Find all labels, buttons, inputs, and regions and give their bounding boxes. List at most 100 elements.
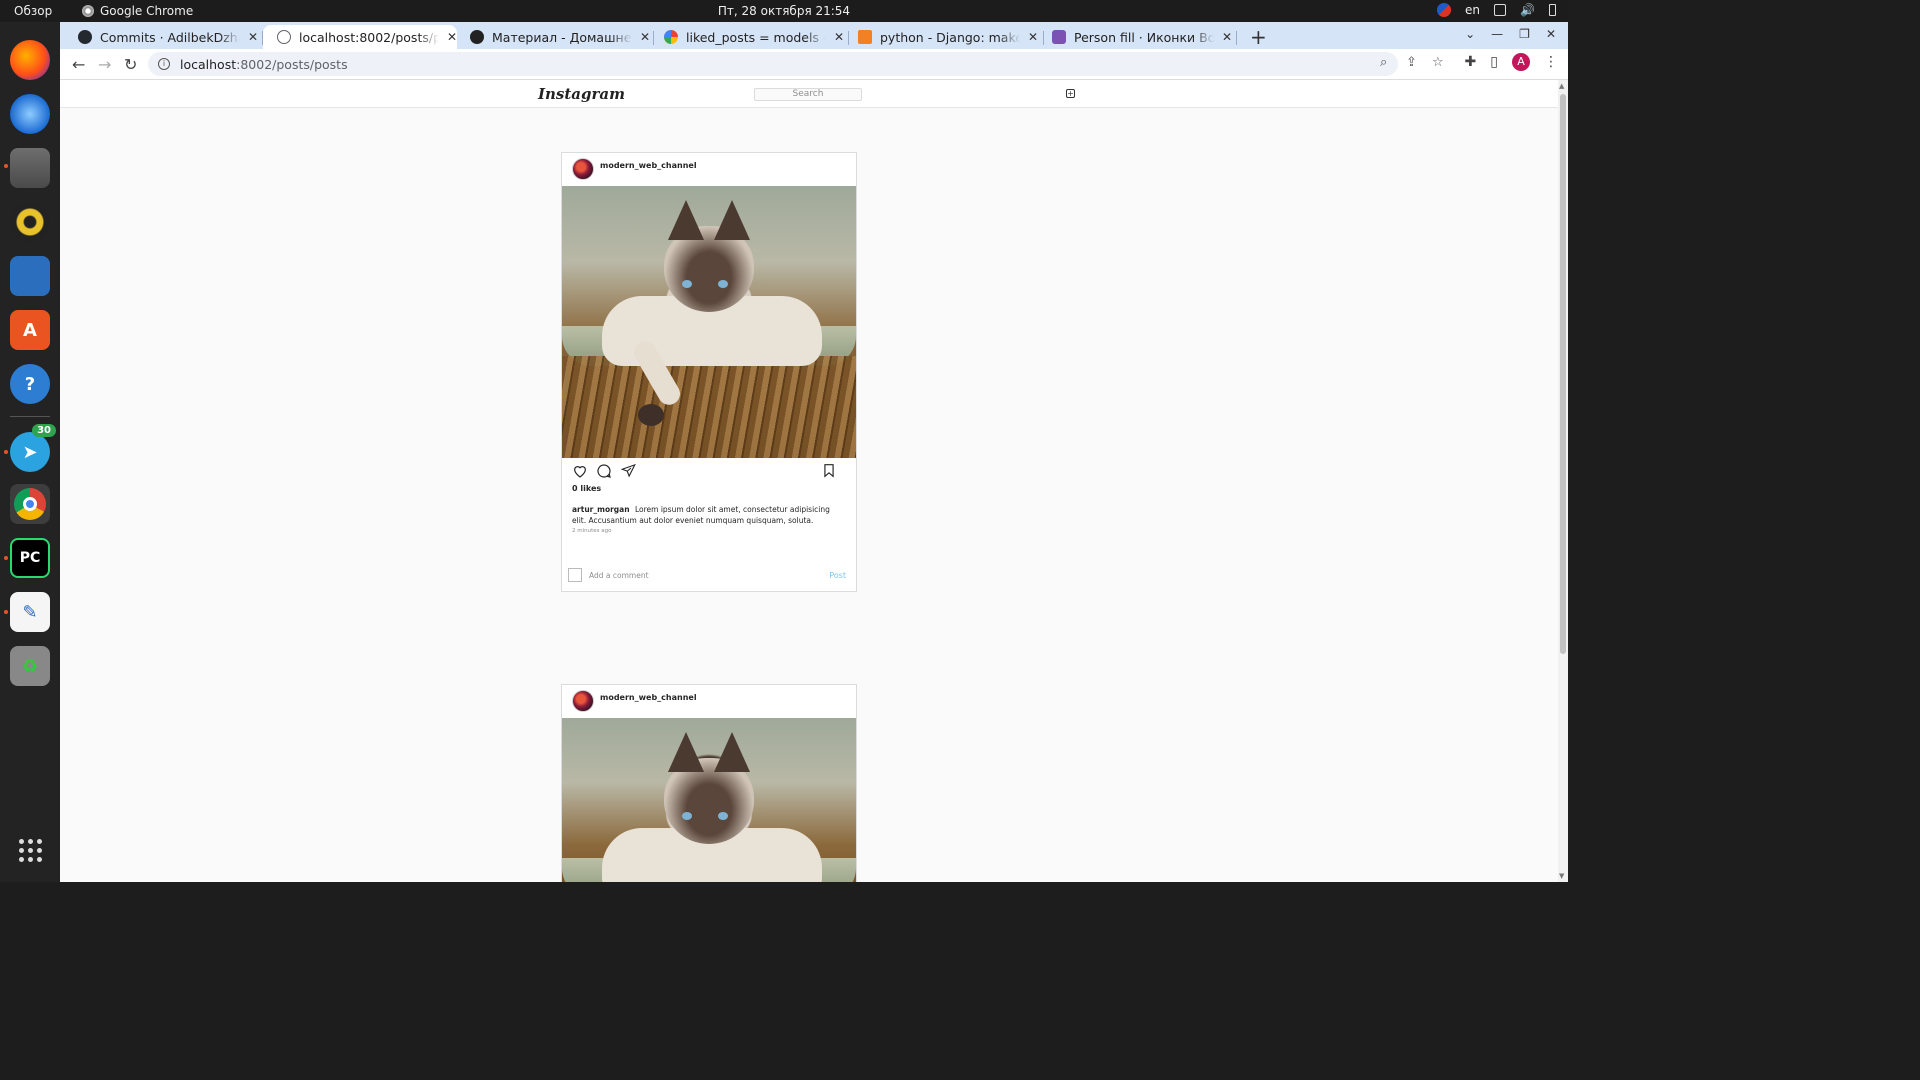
post-timestamp: 2 minutes ago xyxy=(572,528,612,534)
post-username[interactable]: modern_web_channel xyxy=(600,693,697,702)
reload-icon[interactable]: ↻ xyxy=(124,55,137,74)
site-info-icon[interactable]: i xyxy=(158,58,170,70)
telegram-icon[interactable]: ➤ 30 xyxy=(10,424,56,472)
new-tab-button[interactable]: + xyxy=(1250,25,1267,49)
instagram-header: Instagram Search + xyxy=(60,80,1558,108)
text-editor-icon[interactable]: ✎ xyxy=(10,592,50,632)
back-icon[interactable]: ← xyxy=(72,55,85,74)
close-tab-icon[interactable]: ✕ xyxy=(834,30,844,44)
cat-eye-shape xyxy=(682,812,692,820)
language-indicator[interactable]: en xyxy=(1465,3,1480,17)
post-header: modern_web_channel xyxy=(562,685,856,718)
comment-row: Add a comment Post xyxy=(562,561,856,591)
scroll-down-icon[interactable]: ▼ xyxy=(1559,872,1564,880)
avatar[interactable] xyxy=(572,690,594,712)
add-post-icon[interactable]: + xyxy=(1066,89,1075,98)
bookmark-star-icon[interactable]: ☆ xyxy=(1432,55,1444,70)
zoom-icon[interactable]: ⌕ xyxy=(1380,55,1387,70)
share-icon[interactable] xyxy=(621,463,636,478)
post-card: modern_web_channel xyxy=(561,684,857,882)
window-controls: ⌄ — ❐ ✕ xyxy=(1465,27,1556,41)
side-panel-icon[interactable]: ▯ xyxy=(1490,54,1498,70)
comment-input[interactable]: Add a comment xyxy=(589,571,649,580)
help-icon[interactable]: ? xyxy=(10,364,50,404)
google-icon xyxy=(664,30,678,44)
github-icon xyxy=(78,30,92,44)
search-input[interactable]: Search xyxy=(754,88,862,101)
volume-icon: 🔊 xyxy=(1520,3,1535,17)
tab-stackoverflow[interactable]: python - Django: make fav ✕ xyxy=(844,25,1038,49)
post-image[interactable] xyxy=(562,718,856,882)
cat-eye-shape xyxy=(718,280,728,288)
tab-title: Материал - Домашнее за xyxy=(492,29,632,45)
address-bar[interactable]: i localhost:8002/posts/posts xyxy=(148,52,1398,76)
writer-icon[interactable] xyxy=(10,256,50,296)
url-host: localhost xyxy=(180,56,237,72)
caption-username[interactable]: artur_morgan xyxy=(572,505,630,514)
close-tab-icon[interactable]: ✕ xyxy=(640,30,650,44)
post-caption: artur_morgan Lorem ipsum dolor sit amet,… xyxy=(562,504,856,526)
firefox-icon[interactable] xyxy=(10,40,50,80)
close-window-icon[interactable]: ✕ xyxy=(1546,27,1556,41)
url-path: :8002/posts/posts xyxy=(236,56,348,72)
close-tab-icon[interactable]: ✕ xyxy=(248,30,258,44)
system-top-bar: Обзор Google Chrome Пт, 28 октября 21:54… xyxy=(0,0,1568,22)
globe-icon xyxy=(277,30,291,44)
running-indicator xyxy=(4,556,8,560)
post-image[interactable] xyxy=(562,186,856,458)
show-apps-icon[interactable] xyxy=(10,830,50,870)
share-icon[interactable]: ⇪ xyxy=(1406,55,1417,70)
running-indicator xyxy=(4,610,8,614)
system-tray[interactable]: en 🔊 xyxy=(1437,3,1556,17)
browser-toolbar: ← → ↻ i localhost:8002/posts/posts ⌕ ⇪ ☆… xyxy=(60,49,1568,80)
clock[interactable]: Пт, 28 октября 21:54 xyxy=(0,4,1568,18)
thunderbird-icon[interactable] xyxy=(10,94,50,134)
running-indicator xyxy=(4,164,8,168)
chrome-icon[interactable] xyxy=(10,484,50,524)
toolbar-right: ✚ ▯ A ⋮ xyxy=(1465,53,1558,71)
cat-paw-tip-shape xyxy=(638,404,664,426)
tab-github[interactable]: Commits · AdilbekDzhara ✕ xyxy=(64,25,258,49)
minimize-icon[interactable]: — xyxy=(1491,27,1503,41)
extensions-icon[interactable]: ✚ xyxy=(1465,54,1477,70)
running-indicator xyxy=(4,450,8,454)
tab-title: python - Django: make fav xyxy=(880,29,1020,45)
page-viewport: Instagram Search + modern_web_channel 0 … xyxy=(60,80,1558,882)
rhythmbox-icon[interactable] xyxy=(10,202,50,242)
post-header: modern_web_channel xyxy=(562,153,856,186)
post-username[interactable]: modern_web_channel xyxy=(600,161,697,170)
tab-title: localhost:8002/posts/pos xyxy=(299,29,439,45)
tab-localhost[interactable]: localhost:8002/posts/pos ✕ xyxy=(263,25,457,49)
tab-strip: Commits · AdilbekDzhara ✕ localhost:8002… xyxy=(60,22,1568,49)
dock-separator xyxy=(10,416,50,417)
restore-icon[interactable]: ❐ xyxy=(1519,27,1530,41)
likes-count[interactable]: 0 likes xyxy=(562,484,856,504)
tab-google[interactable]: liked_posts = models - По ✕ xyxy=(650,25,844,49)
files-icon[interactable] xyxy=(10,148,50,188)
scroll-up-icon[interactable]: ▲ xyxy=(1559,82,1564,90)
post-comment-button[interactable]: Post xyxy=(829,571,846,580)
tab-bootstrap[interactable]: Person fill · Иконки Boot ✕ xyxy=(1038,25,1232,49)
battery-icon xyxy=(1549,4,1556,16)
trash-icon[interactable]: ♻ xyxy=(10,646,50,686)
pycharm-icon[interactable]: PC xyxy=(10,538,50,578)
page-scrollbar[interactable]: ▲ ▼ xyxy=(1558,80,1568,882)
close-tab-icon[interactable]: ✕ xyxy=(1222,30,1232,44)
menu-icon[interactable]: ⋮ xyxy=(1544,54,1558,70)
avatar[interactable] xyxy=(572,158,594,180)
close-tab-icon[interactable]: ✕ xyxy=(1028,30,1038,44)
network-icon xyxy=(1494,4,1507,16)
tab-search-icon[interactable]: ⌄ xyxy=(1465,27,1475,41)
comment-icon[interactable] xyxy=(596,463,612,479)
tab-title: Person fill · Иконки Boot xyxy=(1074,29,1214,45)
scrollbar-thumb[interactable] xyxy=(1560,94,1566,654)
bookmark-icon[interactable] xyxy=(822,463,836,478)
instagram-logo[interactable]: Instagram xyxy=(538,85,625,103)
telegram-badge: 30 xyxy=(32,424,56,437)
a-logo-icon xyxy=(470,30,484,44)
heart-icon[interactable] xyxy=(572,463,588,479)
forward-icon[interactable]: → xyxy=(98,55,111,74)
app-center-icon[interactable]: A xyxy=(10,310,50,350)
tab-material[interactable]: Материал - Домашнее за ✕ xyxy=(456,25,650,49)
profile-avatar[interactable]: A xyxy=(1512,53,1530,71)
